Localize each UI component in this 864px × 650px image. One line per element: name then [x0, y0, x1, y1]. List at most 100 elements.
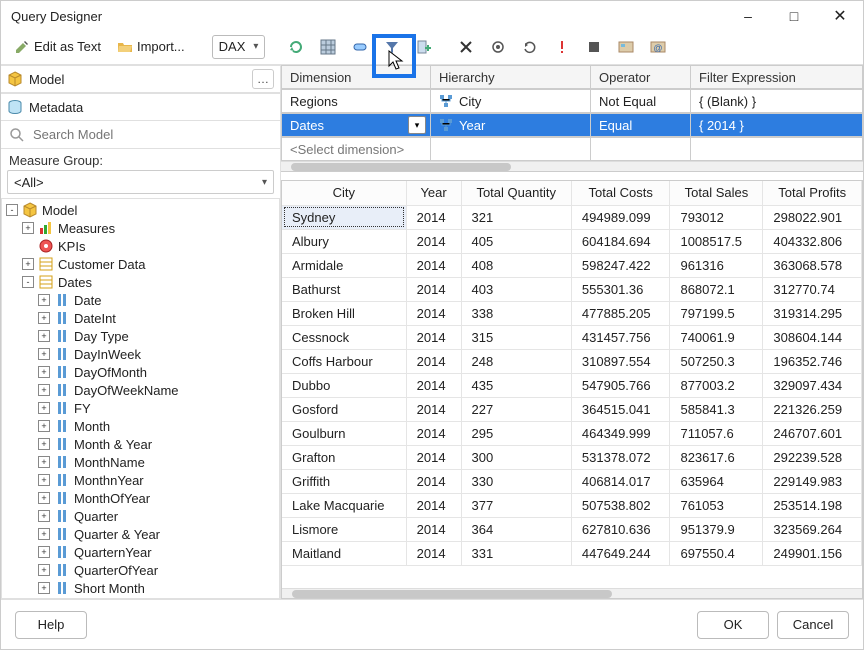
measure-group-select[interactable]: <All> ▾ — [7, 170, 274, 194]
table-row[interactable]: Dubbo2014435547905.766877003.2329097.434 — [282, 373, 862, 397]
tree-date-column[interactable]: +DateInt — [2, 309, 279, 327]
expand-icon[interactable]: + — [38, 366, 50, 378]
expand-icon[interactable]: + — [38, 294, 50, 306]
cancel-button[interactable]: Cancel — [777, 611, 849, 639]
filter-expression-cell[interactable]: { (Blank) } — [691, 89, 863, 113]
table-row[interactable]: Lismore2014364627810.636951379.9323569.2… — [282, 517, 862, 541]
tree-date-column[interactable]: +MonthOfYear — [2, 489, 279, 507]
tree-date-column[interactable]: +MonthName — [2, 453, 279, 471]
select-dimension-placeholder[interactable]: <Select dimension> — [281, 137, 431, 161]
expand-icon[interactable]: + — [38, 402, 50, 414]
filter-dimension-cell[interactable]: Dates ▾ — [281, 113, 431, 137]
toolbar-toggle-a-button[interactable] — [347, 36, 373, 58]
toolbar-add-member-button[interactable] — [411, 36, 437, 58]
tree-date-column[interactable]: +Short Month — [2, 579, 279, 597]
toolbar-design-button[interactable] — [613, 36, 639, 58]
collapse-icon[interactable]: - — [6, 204, 18, 216]
expand-icon[interactable]: + — [38, 420, 50, 432]
tree-date-column[interactable]: +Day Type — [2, 327, 279, 345]
expand-icon[interactable]: + — [38, 582, 50, 594]
expand-icon[interactable]: + — [22, 258, 34, 270]
tree-date-column[interactable]: +Month & Year — [2, 435, 279, 453]
tree-date-column[interactable]: +DayOfMonth — [2, 363, 279, 381]
collapse-icon[interactable]: - — [22, 276, 34, 288]
filter-dimension-cell[interactable]: Regions — [281, 89, 431, 113]
filter-new-row[interactable]: <Select dimension> — [281, 137, 863, 161]
help-button[interactable]: Help — [15, 611, 87, 639]
data-column-header[interactable]: Total Profits — [763, 181, 862, 205]
expand-icon[interactable]: + — [38, 348, 50, 360]
tree-date-column[interactable]: +DayInWeek — [2, 345, 279, 363]
table-row[interactable]: Griffith2014330406814.017635964229149.98… — [282, 469, 862, 493]
metadata-panel-header[interactable]: Metadata — [1, 93, 280, 121]
toolbar-delete-button[interactable] — [453, 36, 479, 58]
tree-date-column[interactable]: +DayOfWeekName — [2, 381, 279, 399]
dimension-dropdown-button[interactable]: ▾ — [408, 116, 426, 134]
expand-icon[interactable]: + — [38, 474, 50, 486]
minimize-button[interactable]: – — [725, 1, 771, 31]
filter-operator-cell[interactable]: Equal — [591, 113, 691, 137]
metadata-tree[interactable]: -Model+MeasuresKPIs+Customer Data-Dates+… — [1, 198, 280, 599]
expand-icon[interactable]: + — [38, 384, 50, 396]
table-row[interactable]: Bathurst2014403555301.36868072.1312770.7… — [282, 277, 862, 301]
table-row[interactable]: Grafton2014300531378.072823617.6292239.5… — [282, 445, 862, 469]
maximize-button[interactable]: □ — [771, 1, 817, 31]
table-row[interactable]: Albury2014405604184.6941008517.5404332.8… — [282, 229, 862, 253]
table-row[interactable]: Sydney2014321494989.099793012298022.901 — [282, 205, 862, 229]
toolbar-refresh-button[interactable] — [283, 36, 309, 58]
tree-measures[interactable]: +Measures — [2, 219, 279, 237]
toolbar-query-button[interactable]: @ — [645, 36, 671, 58]
table-row[interactable]: Maitland2014331447649.244697550.4249901.… — [282, 541, 862, 565]
model-browse-button[interactable]: … — [252, 69, 274, 89]
import-button[interactable]: Import... — [112, 36, 190, 58]
close-button[interactable]: ✕ — [817, 1, 863, 31]
data-column-header[interactable]: Total Quantity — [461, 181, 571, 205]
expand-icon[interactable]: + — [38, 510, 50, 522]
filter-hierarchy-cell[interactable]: Year — [431, 113, 591, 137]
data-column-header[interactable]: Total Costs — [571, 181, 670, 205]
data-hscroll[interactable] — [282, 588, 862, 598]
tree-date-column[interactable]: +QuarternYear — [2, 543, 279, 561]
scroll-thumb[interactable] — [292, 590, 612, 598]
expand-icon[interactable]: + — [38, 456, 50, 468]
scroll-thumb[interactable] — [291, 163, 511, 171]
tree-customer-data[interactable]: +Customer Data — [2, 255, 279, 273]
tree-kpis[interactable]: KPIs — [2, 237, 279, 255]
tree-date-column[interactable]: +FY — [2, 399, 279, 417]
data-column-header[interactable]: Year — [406, 181, 461, 205]
data-grid-scroll[interactable]: CityYearTotal QuantityTotal CostsTotal S… — [282, 181, 862, 588]
edit-as-text-button[interactable]: Edit as Text — [9, 36, 106, 58]
expand-icon[interactable]: + — [38, 312, 50, 324]
expand-icon[interactable]: + — [38, 438, 50, 450]
tree-dates[interactable]: -Dates — [2, 273, 279, 291]
model-panel-header[interactable]: Model … — [1, 65, 280, 93]
expand-icon[interactable]: + — [38, 546, 50, 558]
data-column-header[interactable]: Total Sales — [670, 181, 763, 205]
filter-hierarchy-cell[interactable]: City — [431, 89, 591, 113]
table-row[interactable]: Gosford2014227364515.041585841.3221326.2… — [282, 397, 862, 421]
toolbar-stop-button[interactable] — [581, 36, 607, 58]
expand-icon[interactable]: + — [38, 492, 50, 504]
tree-date-column[interactable]: +Quarter & Year — [2, 525, 279, 543]
table-row[interactable]: Lake Macquarie2014377507538.802761053253… — [282, 493, 862, 517]
tree-model-root[interactable]: -Model — [2, 201, 279, 219]
filter-row[interactable]: Regions City Not Equal { (Blank) } — [281, 89, 863, 113]
toolbar-grid-button[interactable] — [315, 36, 341, 58]
tree-date-column[interactable]: +Month — [2, 417, 279, 435]
toolbar-warning-button[interactable] — [549, 36, 575, 58]
filter-operator-cell[interactable]: Not Equal — [591, 89, 691, 113]
table-row[interactable]: Coffs Harbour2014248310897.554507250.319… — [282, 349, 862, 373]
expand-icon[interactable]: + — [22, 222, 34, 234]
language-select[interactable]: DAX ▾ — [212, 35, 266, 59]
toolbar-filter-button[interactable] — [379, 36, 405, 58]
filter-expression-cell[interactable]: { 2014 } — [691, 113, 863, 137]
tree-date-column[interactable]: +Quarter — [2, 507, 279, 525]
tree-date-column[interactable]: +QuarterOfYear — [2, 561, 279, 579]
expand-icon[interactable]: + — [38, 564, 50, 576]
toolbar-execute-button[interactable] — [485, 36, 511, 58]
filter-row-selected[interactable]: Dates ▾ Year Equal { 2014 } — [281, 113, 863, 137]
expand-icon[interactable]: + — [38, 330, 50, 342]
tree-date-column[interactable]: +Date — [2, 291, 279, 309]
data-column-header[interactable]: City — [282, 181, 406, 205]
expand-icon[interactable]: + — [38, 528, 50, 540]
